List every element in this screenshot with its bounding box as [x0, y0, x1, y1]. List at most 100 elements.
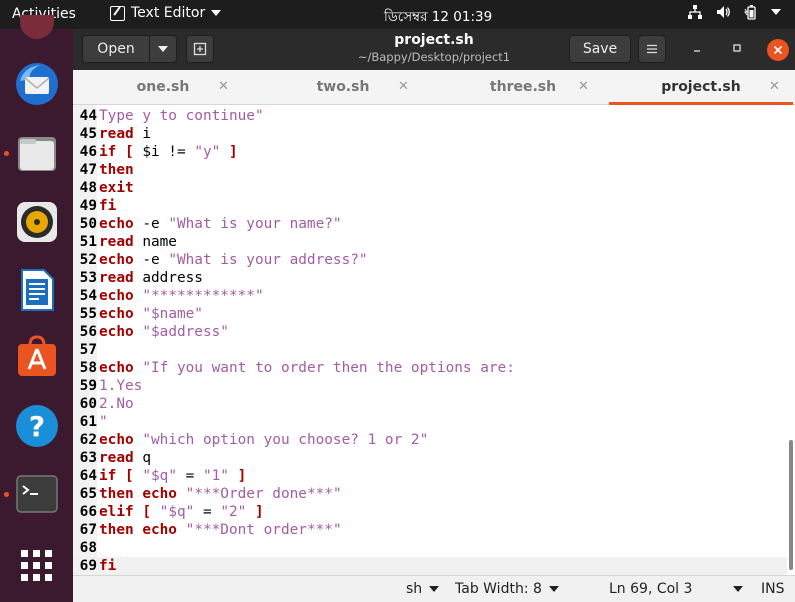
vertical-scrollbar[interactable]	[789, 440, 793, 570]
line-number: 45	[79, 126, 97, 142]
code-token: =	[176, 468, 203, 484]
language-selector[interactable]: sh	[406, 581, 440, 597]
line-number: 57	[79, 342, 97, 358]
line-content: read name	[97, 233, 177, 251]
code-line[interactable]: 51 read name	[73, 233, 787, 251]
tab-close-icon[interactable]: ✕	[769, 79, 780, 94]
status-bar: sh Tab Width: 8 Ln 69, Col 3 INS	[73, 575, 795, 602]
string-token: 2.No	[99, 396, 134, 412]
tab-two-sh[interactable]: two.sh ✕	[253, 70, 433, 105]
code-line[interactable]: 57	[73, 341, 787, 359]
code-line[interactable]: 61 "	[73, 413, 787, 431]
line-content: elif [ "$q" = "2" ]	[97, 503, 264, 521]
app-menu-label: Text Editor	[131, 5, 206, 21]
battery-icon	[744, 5, 756, 20]
string-token: 1.Yes	[99, 378, 143, 394]
menu-button[interactable]	[638, 35, 666, 63]
string-token: "***Dont order***"	[185, 522, 342, 538]
clock[interactable]: ডিসেম্বর 12 01:39	[384, 6, 492, 29]
line-content: if [ "$q" = "1" ]	[97, 467, 246, 485]
tab-close-icon[interactable]: ✕	[218, 79, 229, 94]
help-icon[interactable]: ?	[14, 403, 60, 449]
code-editor[interactable]: 44 Type y to continue" 45 read i 46 if [ $i !…	[73, 105, 795, 575]
code-line[interactable]: 48 exit	[73, 179, 787, 197]
chevron-down-icon	[548, 586, 559, 592]
code-line[interactable]: 58 echo "If you want to order then the op…	[73, 359, 787, 377]
string-token: Type y to continue"	[99, 108, 264, 124]
tab-one-sh[interactable]: one.sh ✕	[73, 70, 253, 105]
code-line[interactable]: 64 if [ "$q" = "1" ]	[73, 467, 787, 485]
line-number: 55	[79, 306, 97, 322]
code-line[interactable]: 55 echo "$name"	[73, 305, 787, 323]
code-line[interactable]: 69 fi	[73, 557, 787, 575]
tab-three-sh[interactable]: three.sh ✕	[433, 70, 613, 105]
keyword-token: echo	[99, 216, 134, 232]
keyword-token: ]	[228, 144, 238, 160]
insert-mode-indicator[interactable]: INS	[761, 581, 785, 597]
code-line[interactable]: 59 1.Yes	[73, 377, 787, 395]
code-line[interactable]: 60 2.No	[73, 395, 787, 413]
code-line[interactable]: 53 read address	[73, 269, 787, 287]
maximize-button[interactable]	[727, 40, 747, 60]
cursor-position-selector[interactable]: Ln 69, Col 3	[609, 581, 744, 597]
text-editor-icon	[110, 5, 125, 21]
string-token: "$name"	[142, 306, 203, 322]
tab-width-selector[interactable]: Tab Width: 8	[455, 581, 559, 597]
tab-project-sh[interactable]: project.sh ✕	[609, 70, 793, 105]
code-line[interactable]: 56 echo "$address"	[73, 323, 787, 341]
string-token: "What is your address?"	[168, 252, 368, 268]
code-line[interactable]: 63 read q	[73, 449, 787, 467]
code-line[interactable]: 45 read i	[73, 125, 787, 143]
partial-app-icon[interactable]	[20, 15, 54, 39]
keyword-token: echo	[99, 432, 134, 448]
code-line[interactable]: 47 then	[73, 161, 787, 179]
rhythmbox-icon[interactable]	[14, 199, 60, 245]
keyword-token: then	[99, 162, 134, 178]
keyword-token: fi	[99, 558, 117, 574]
keyword-token: echo	[99, 288, 134, 304]
code-line[interactable]: 46 if [ $i != "y" ]	[73, 143, 787, 161]
string-token: "	[99, 414, 108, 430]
code-line[interactable]: 44 Type y to continue"	[73, 107, 787, 125]
close-button[interactable]	[767, 39, 789, 61]
thunderbird-icon[interactable]	[14, 61, 60, 107]
app-menu[interactable]: Text Editor	[110, 5, 222, 21]
system-tray[interactable]	[687, 4, 781, 20]
svg-text:?: ?	[29, 410, 45, 443]
keyword-token: ]	[254, 504, 264, 520]
code-line[interactable]: 66 elif [ "$q" = "2" ]	[73, 503, 787, 521]
code-line[interactable]: 67 then echo "***Dont order***"	[73, 521, 787, 539]
code-line[interactable]: 49 fi	[73, 197, 787, 215]
show-applications-icon[interactable]	[14, 543, 60, 589]
line-number: 65	[79, 486, 97, 502]
terminal-icon[interactable]	[14, 471, 60, 517]
files-icon[interactable]	[14, 131, 60, 177]
string-token: "************"	[142, 288, 264, 304]
code-line[interactable]: 68	[73, 539, 787, 557]
minimize-icon	[694, 50, 700, 52]
line-content: exit	[97, 179, 134, 197]
save-button[interactable]: Save	[569, 35, 631, 63]
line-number: 47	[79, 162, 97, 178]
code-line[interactable]: 65 then echo "***Order done***"	[73, 485, 787, 503]
code-line[interactable]: 50 echo -e "What is your name?"	[73, 215, 787, 233]
ubuntu-software-icon[interactable]	[14, 333, 60, 379]
code-line[interactable]: 52 echo -e "What is your address?"	[73, 251, 787, 269]
tab-close-icon[interactable]: ✕	[398, 79, 409, 94]
code-line[interactable]: 62 echo "which option you choose? 1 or 2"	[73, 431, 787, 449]
line-content: read q	[97, 449, 151, 467]
minimize-button[interactable]	[687, 40, 707, 60]
line-number: 48	[79, 180, 97, 196]
libreoffice-writer-icon[interactable]	[14, 267, 60, 313]
code-token: -e	[133, 216, 169, 232]
line-content: 1.Yes	[97, 377, 142, 395]
keyword-token: echo	[99, 360, 134, 376]
code-line[interactable]: 54 echo "************"	[73, 287, 787, 305]
tab-close-icon[interactable]: ✕	[578, 79, 589, 94]
string-token: "What is your name?"	[168, 216, 342, 232]
chevron-down-icon	[211, 10, 222, 16]
string-token: "***Order done***"	[185, 486, 342, 502]
top-bar: Activities Text Editor ডিসেম্বর 12 01:39	[0, 0, 795, 29]
